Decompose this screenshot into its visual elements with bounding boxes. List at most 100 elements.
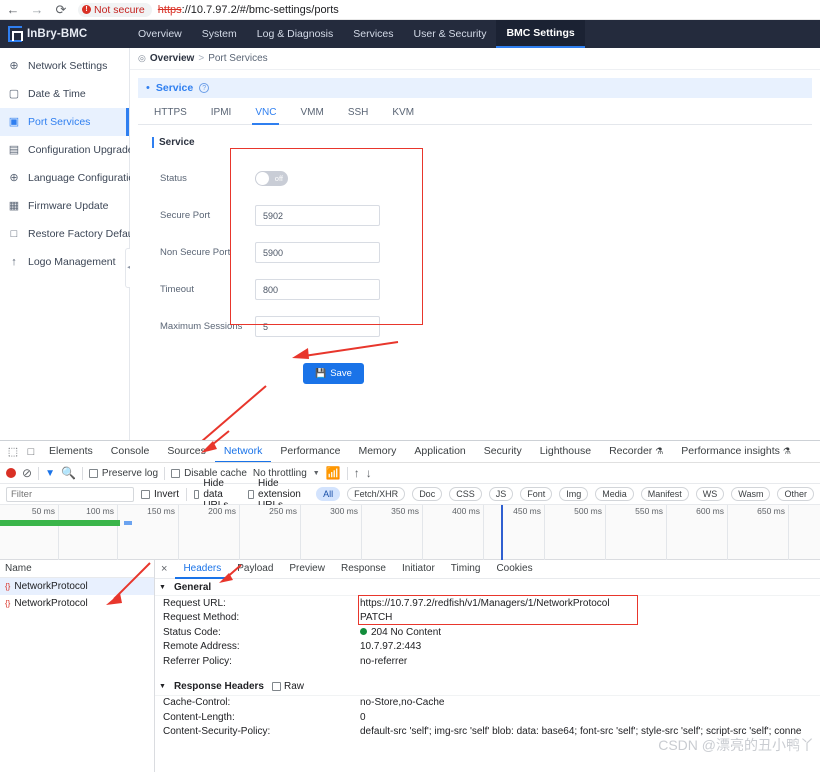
sidebar-item-port-services[interactable]: ▣ Port Services [0,108,129,136]
detail-tab-initiator[interactable]: Initiator [394,560,443,579]
sidebar-label: Language Configuration [28,172,140,184]
sidebar-item-configuration-upgrade[interactable]: ▤ Configuration Upgrade [0,136,129,164]
device-toolbar-icon[interactable]: □ [22,446,40,458]
filter-chip-js[interactable]: JS [489,487,514,501]
checkbox-box [248,490,254,499]
devtools-tab-memory[interactable]: Memory [349,441,405,463]
tab-https[interactable]: HTTPS [142,107,199,124]
devtools-tab-lighthouse[interactable]: Lighthouse [531,441,600,463]
reload-icon[interactable]: ⟳ [54,3,68,17]
filter-chip-ws[interactable]: WS [696,487,725,501]
tab-vmm[interactable]: VMM [288,107,335,124]
tab-vnc[interactable]: VNC [243,107,288,124]
brand[interactable]: InBry-BMC [0,20,128,48]
filter-chip-css[interactable]: CSS [449,487,482,501]
filter-chip-wasm[interactable]: Wasm [731,487,770,501]
network-timeline[interactable]: 50 ms 100 ms 150 ms 200 ms 250 ms 300 ms… [0,505,820,560]
timeline-tick-550ms: 550 ms [635,506,666,516]
tab-ipmi[interactable]: IPMI [199,107,244,124]
detail-tab-cookies[interactable]: Cookies [488,560,540,579]
checkbox-box [89,469,98,478]
tab-ssh[interactable]: SSH [336,107,381,124]
sidebar-item-date-time[interactable]: ▢ Date & Time [0,80,129,108]
nav-services[interactable]: Services [343,20,403,48]
timeline-tick-200ms: 200 ms [208,506,239,516]
address-bar[interactable]: ! Not secure https://10.7.97.2/#/bmc-set… [78,2,814,18]
sidebar-label: Restore Factory Defaults [28,228,144,240]
request-row[interactable]: {} NetworkProtocol [0,595,154,612]
nav-overview[interactable]: Overview [128,20,192,48]
request-row[interactable]: {} NetworkProtocol [0,578,154,595]
maximum-sessions-input[interactable] [255,316,380,337]
tab-kvm[interactable]: KVM [380,107,426,124]
devtools-tab-application[interactable]: Application [405,441,474,463]
nav-user-security[interactable]: User & Security [404,20,497,48]
filter-chip-fetch-xhr[interactable]: Fetch/XHR [347,487,405,501]
devtools-tab-security[interactable]: Security [475,441,531,463]
sidebar-item-firmware-update[interactable]: ▦ Firmware Update [0,192,129,220]
detail-tab-preview[interactable]: Preview [281,560,333,579]
devtools-tab-performance-insights[interactable]: Performance insights ⚗ [672,441,800,463]
detail-tab-headers[interactable]: Headers [175,560,229,579]
raw-checkbox[interactable]: Raw [272,681,304,692]
sidebar-label: Port Services [28,116,90,128]
devtools-tab-recorder[interactable]: Recorder ⚗ [600,441,672,463]
filter-chip-doc[interactable]: Doc [412,487,442,501]
url-scheme: https [158,4,182,16]
secure-port-input[interactable] [255,205,380,226]
nav-log-diagnosis[interactable]: Log & Diagnosis [247,20,343,48]
filter-chip-other[interactable]: Other [777,487,814,501]
record-icon[interactable] [6,468,16,478]
general-title: General [174,582,211,593]
network-conditions-icon[interactable]: 📶 [326,466,341,480]
import-har-icon[interactable]: ↑ [354,466,360,480]
back-icon[interactable]: ← [6,3,20,17]
bullet-icon: • [146,83,150,94]
filter-icon[interactable]: ▼ [45,468,55,479]
inspect-element-icon[interactable]: ⬚ [4,445,22,458]
devtools-tab-elements[interactable]: Elements [40,441,102,463]
forward-icon[interactable]: → [30,3,44,17]
export-har-icon[interactable]: ↓ [366,466,372,480]
sidebar-item-logo-management[interactable]: ↑ Logo Management [0,248,129,276]
status-toggle[interactable]: off [255,171,288,186]
search-icon[interactable]: 🔍 [61,466,76,480]
general-row-remote-address: Remote Address: 10.7.97.2:443 [155,640,820,655]
detail-tab-timing[interactable]: Timing [443,560,489,579]
devtools-tab-network[interactable]: Network [215,441,272,463]
chevron-down-icon[interactable]: ▼ [313,470,320,477]
sidebar-item-network-settings[interactable]: ⊕ Network Settings [0,52,129,80]
clear-icon[interactable]: ⊘ [22,466,32,480]
nav-system[interactable]: System [192,20,247,48]
nav-bmc-settings[interactable]: BMC Settings [496,20,584,48]
filter-chip-manifest[interactable]: Manifest [641,487,689,501]
kv-value: no-referrer [360,656,820,667]
breadcrumb-root[interactable]: Overview [150,53,194,64]
detail-tab-response[interactable]: Response [333,560,394,579]
preserve-log-checkbox[interactable]: Preserve log [89,468,158,479]
kv-value: PATCH [360,612,820,623]
invert-checkbox[interactable]: Invert [141,489,179,500]
timeline-tick-100ms: 100 ms [86,506,117,516]
detail-tab-payload[interactable]: Payload [229,560,281,579]
save-button[interactable]: 💾 Save [303,363,364,384]
close-icon[interactable]: × [161,563,175,575]
devtools-tab-console[interactable]: Console [102,441,159,463]
devtools-tab-sources[interactable]: Sources [158,441,215,463]
not-secure-badge[interactable]: ! Not secure [78,3,152,17]
non-secure-port-input[interactable] [255,242,380,263]
general-section-header[interactable]: ▼ General [155,579,820,596]
response-headers-section-header[interactable]: ▼ Response Headers Raw [155,679,820,696]
filter-input[interactable] [6,487,134,502]
checkbox-box [171,469,180,478]
filter-chip-img[interactable]: Img [559,487,588,501]
filter-chip-all[interactable]: All [316,487,340,501]
filter-chip-font[interactable]: Font [520,487,552,501]
filter-chip-media[interactable]: Media [595,487,634,501]
timeout-input[interactable] [255,279,380,300]
sidebar-item-language-configuration[interactable]: ⊕ Language Configuration [0,164,129,192]
detail-tabs: × Headers Payload Preview Response Initi… [155,560,820,579]
sidebar-item-restore-factory-defaults[interactable]: □ Restore Factory Defaults [0,220,129,248]
help-icon[interactable]: ? [199,83,209,93]
devtools-tab-performance[interactable]: Performance [271,441,349,463]
